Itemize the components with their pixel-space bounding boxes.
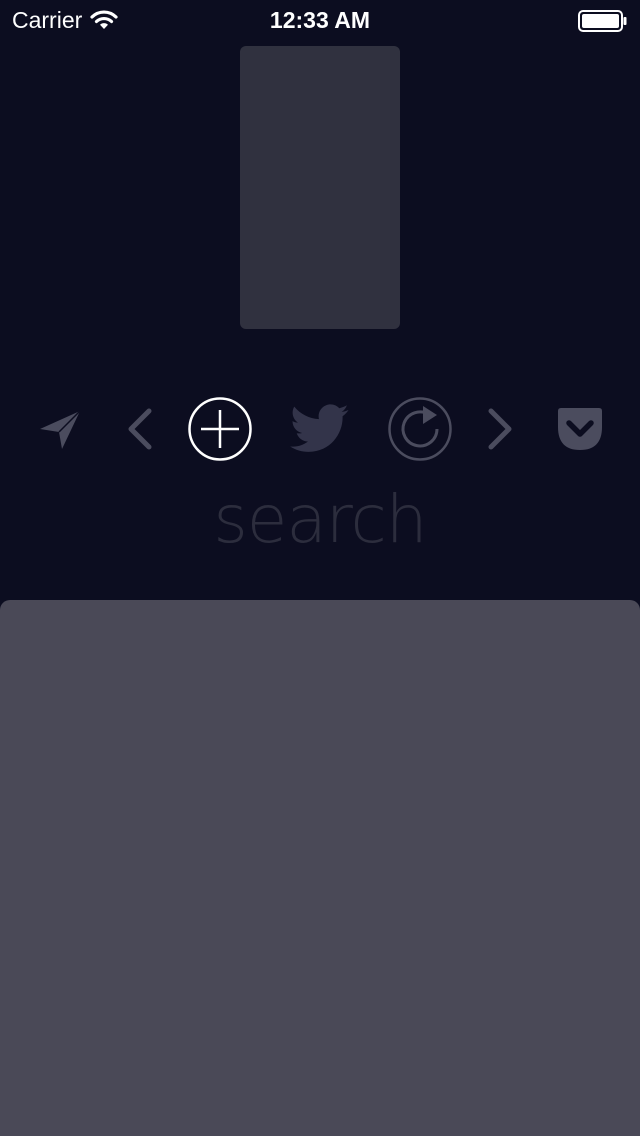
pocket-button[interactable] <box>547 396 613 462</box>
pocket-icon <box>556 407 604 451</box>
twitter-button[interactable] <box>287 396 353 462</box>
action-toolbar <box>0 396 640 462</box>
back-button[interactable] <box>107 396 173 462</box>
add-circle-icon <box>187 396 253 462</box>
forward-button[interactable] <box>467 396 533 462</box>
status-time: 12:33 AM <box>269 7 371 33</box>
add-button[interactable] <box>187 396 253 462</box>
preview-card[interactable] <box>240 46 400 329</box>
search-field[interactable]: search <box>0 478 640 562</box>
chevron-right-icon <box>485 408 515 450</box>
send-button[interactable] <box>27 396 93 462</box>
refresh-button[interactable] <box>387 396 453 462</box>
twitter-bird-icon <box>289 404 351 454</box>
send-icon <box>38 407 82 451</box>
status-bar: Carrier 12:33 AM <box>0 0 640 40</box>
content-panel[interactable] <box>0 600 640 1136</box>
app-screen: Carrier 12:33 AM search <box>0 0 640 1136</box>
refresh-icon <box>387 396 453 462</box>
chevron-left-icon <box>125 408 155 450</box>
battery-icon <box>578 10 628 32</box>
